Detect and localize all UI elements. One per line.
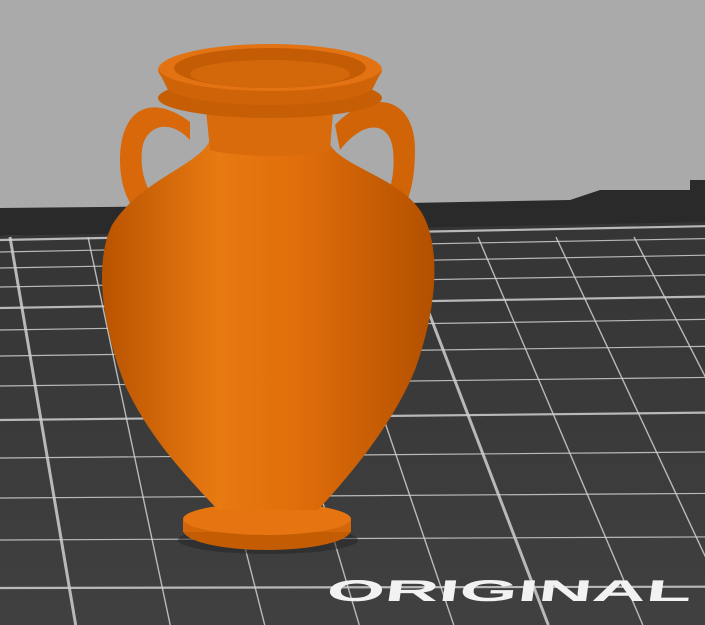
bed-label: ORIGINAL (325, 575, 695, 608)
scene: ORIGINAL (0, 0, 705, 625)
3d-viewport[interactable]: ORIGINAL (0, 0, 705, 625)
